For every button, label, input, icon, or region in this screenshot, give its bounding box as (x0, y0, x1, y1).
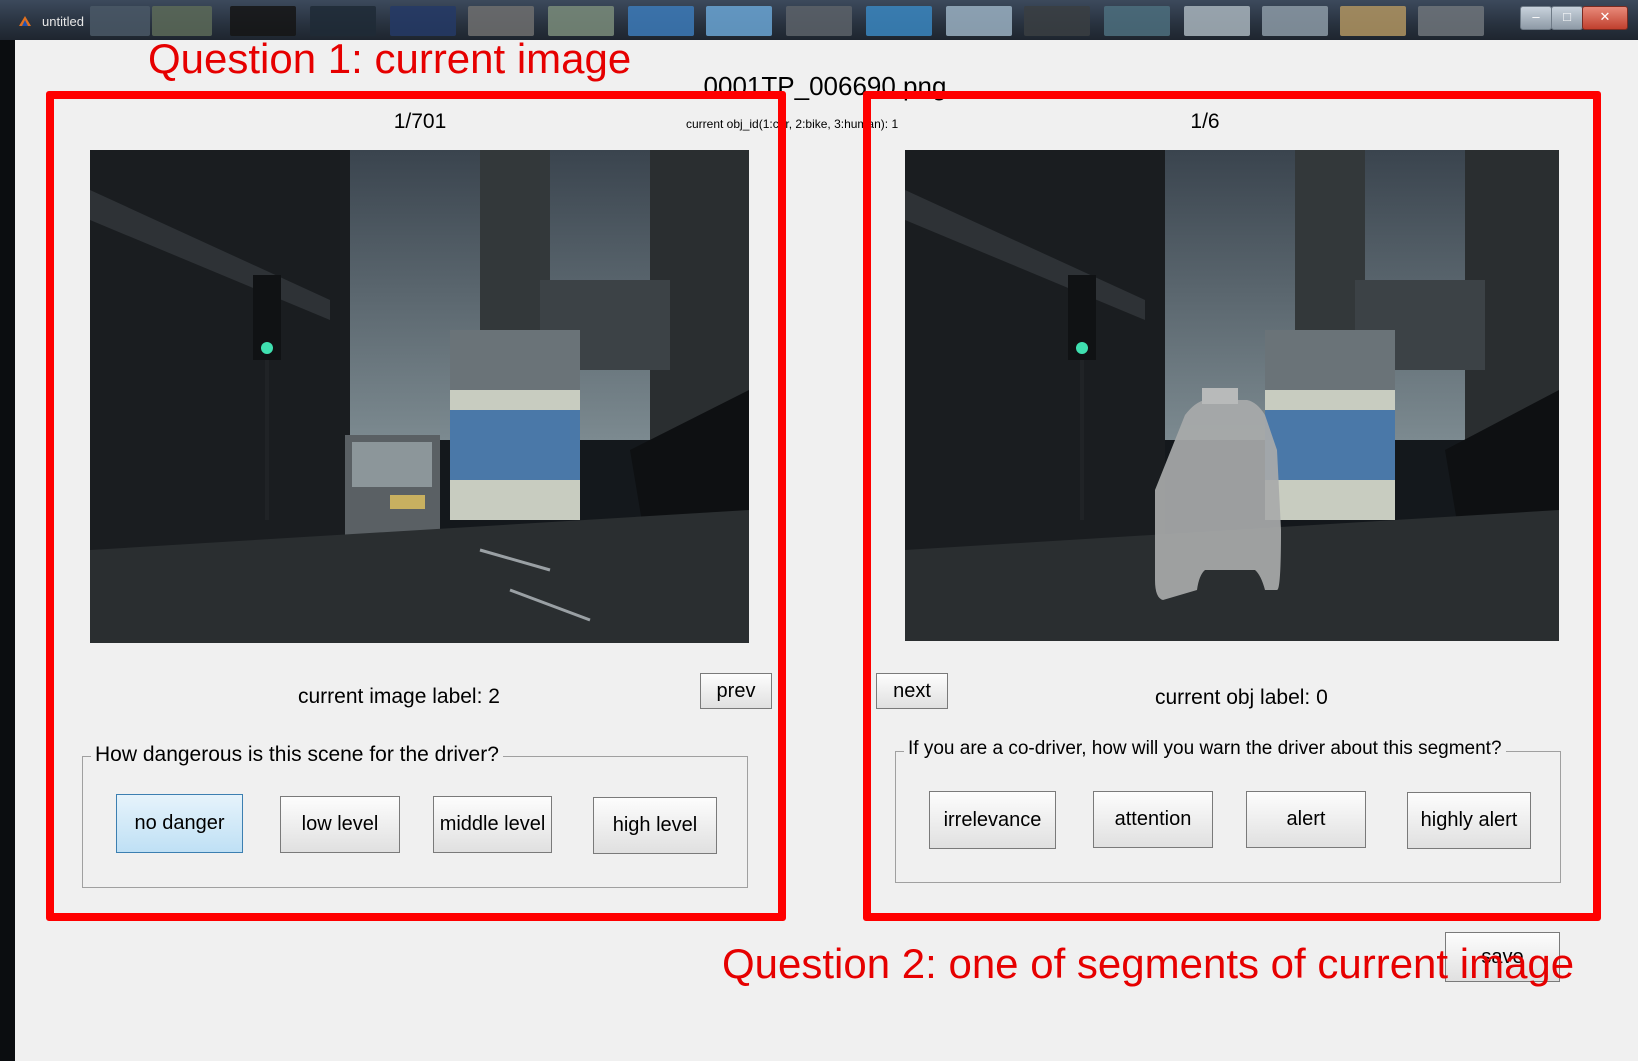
matlab-logo-icon (19, 16, 31, 26)
taskbar-thumbnail[interactable] (628, 6, 694, 36)
question2-highlight-box (863, 91, 1601, 921)
minimize-button[interactable]: – (1520, 6, 1552, 30)
window-title: untitled (42, 14, 84, 29)
taskbar-thumbnail[interactable] (468, 6, 534, 36)
taskbar-thumbnail[interactable] (1418, 6, 1484, 36)
taskbar-thumbnail[interactable] (1340, 6, 1406, 36)
taskbar-thumbnail[interactable] (548, 6, 614, 36)
taskbar-thumbnail[interactable] (90, 6, 150, 36)
question1-annotation: Question 1: current image (148, 35, 632, 82)
taskbar-thumbnail[interactable] (786, 6, 852, 36)
taskbar-thumbnail[interactable] (946, 6, 1012, 36)
taskbar-thumbnail[interactable] (1184, 6, 1250, 36)
window-titlebar: untitled – □ ✕ (0, 0, 1638, 40)
taskbar-thumbnail[interactable] (1024, 6, 1090, 36)
question1-highlight-box (46, 91, 786, 921)
question2-annotation: Question 2: one of segments of current i… (722, 940, 1575, 987)
taskbar-thumbnail[interactable] (390, 6, 456, 36)
taskbar-thumbnail[interactable] (152, 6, 212, 36)
taskbar-thumbnail[interactable] (1262, 6, 1328, 36)
close-button[interactable]: ✕ (1582, 6, 1628, 30)
taskbar-thumbnail[interactable] (230, 6, 296, 36)
taskbar-thumbnail[interactable] (706, 6, 772, 36)
maximize-button[interactable]: □ (1551, 6, 1583, 30)
taskbar-thumbnail[interactable] (866, 6, 932, 36)
taskbar-thumbnail[interactable] (1104, 6, 1170, 36)
taskbar-thumbnail[interactable] (310, 6, 376, 36)
